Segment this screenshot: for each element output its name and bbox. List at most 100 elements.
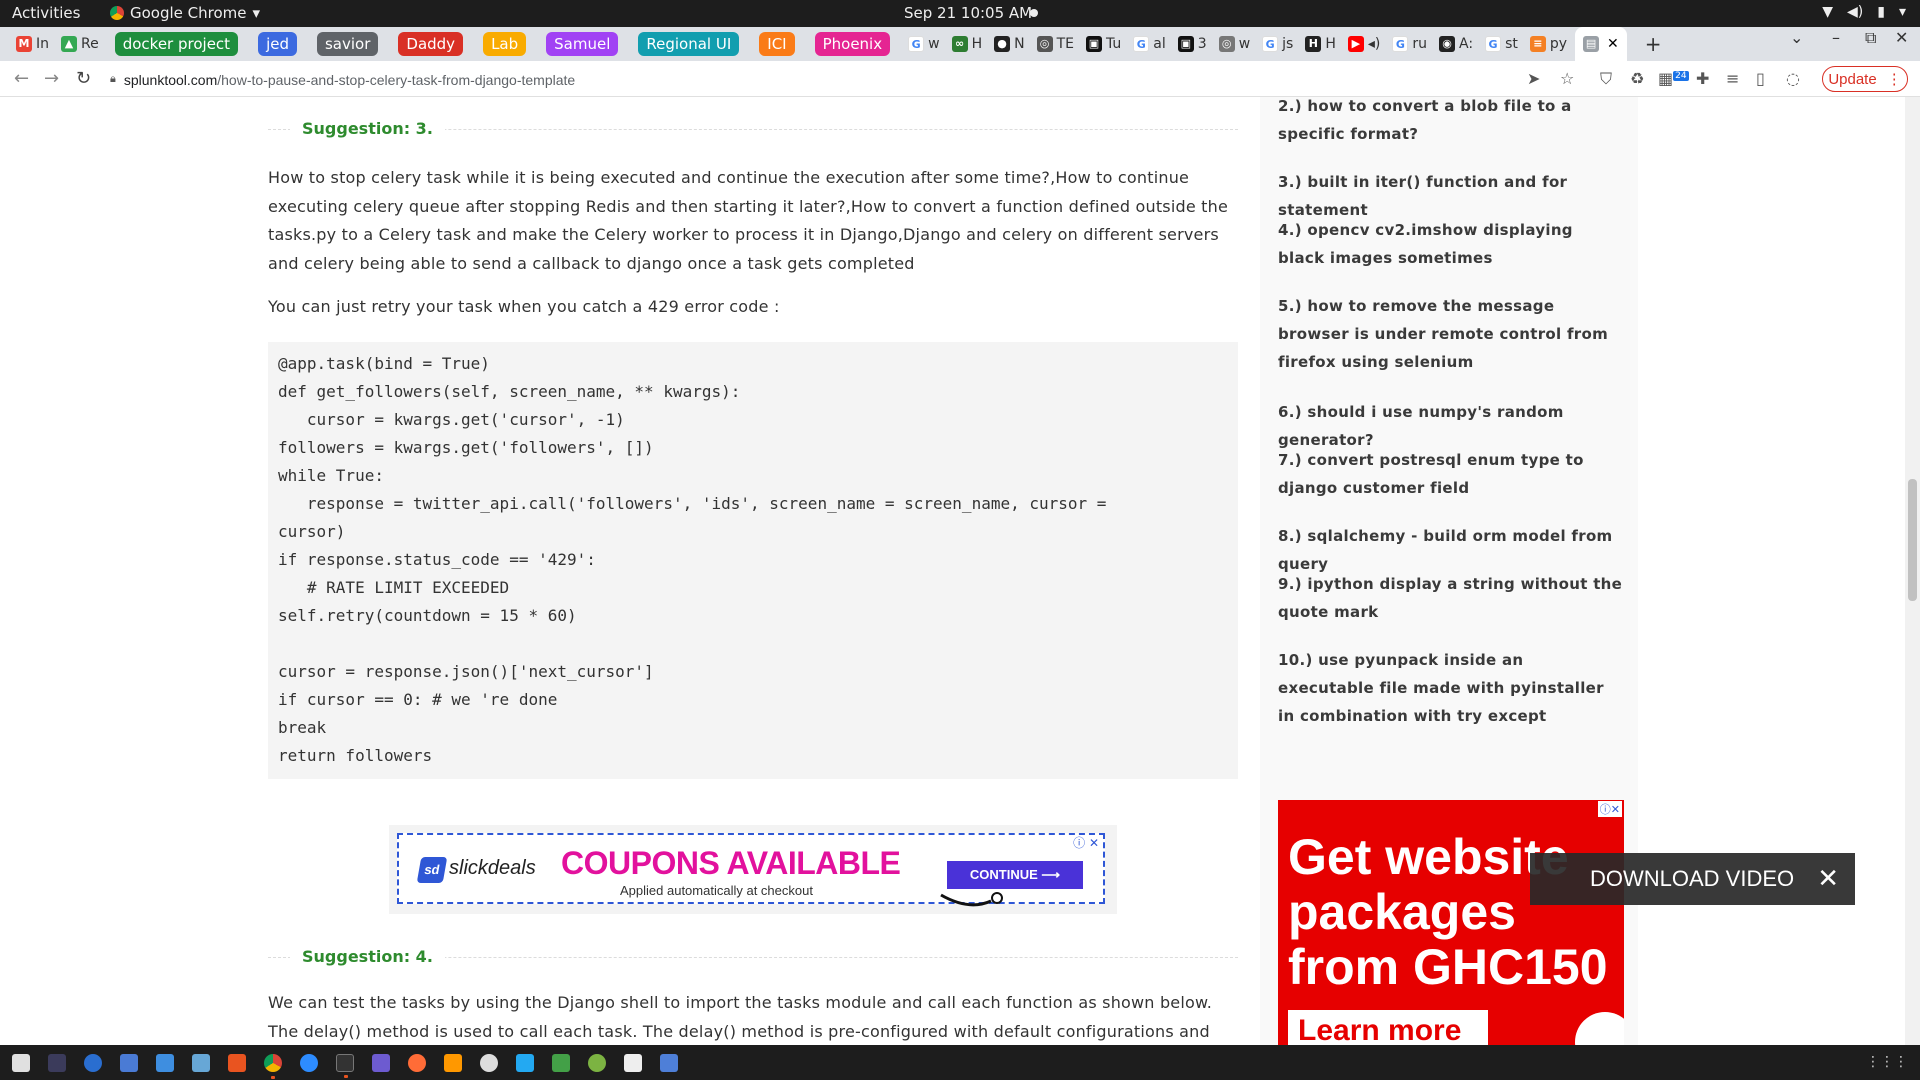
- vscode-icon[interactable]: [516, 1053, 534, 1072]
- link-icon: ∞: [951, 36, 968, 52]
- avatar[interactable]: ◌: [1786, 69, 1800, 88]
- vim-icon[interactable]: [624, 1053, 642, 1072]
- scrollbar-thumb[interactable]: [1908, 479, 1917, 601]
- forward-icon[interactable]: →: [44, 68, 59, 89]
- notification-dot: [1030, 9, 1038, 17]
- postman-icon[interactable]: [408, 1053, 426, 1072]
- address-bar[interactable]: 🔒︎ splunktool.com /how-to-pause-and-stop…: [110, 65, 1560, 94]
- related-question-link[interactable]: 7.) convert postresql enum type to djang…: [1278, 446, 1623, 502]
- tab-group-phoenix[interactable]: Phoenix: [814, 32, 891, 56]
- vodafone-ad[interactable]: Get website packages from GHC150 Learn m…: [1278, 800, 1624, 1045]
- tab-active[interactable]: ▤ ✕: [1575, 27, 1627, 61]
- show-apps-icon[interactable]: ⋮⋮⋮: [1866, 1054, 1908, 1070]
- ad-choices-icon[interactable]: ⓘ✕: [1597, 801, 1622, 817]
- extension-badge-icon[interactable]: ▦ 24: [1658, 69, 1689, 88]
- update-button[interactable]: Update ⋮: [1822, 66, 1908, 92]
- tab-group-regional-ui[interactable]: Regional UI: [638, 32, 740, 56]
- tab-small-1[interactable]: Gw: [904, 31, 943, 57]
- tab-small-6[interactable]: Gal: [1129, 31, 1169, 57]
- tab-small-10[interactable]: HH: [1301, 31, 1340, 57]
- tab-small-8[interactable]: ◎ w: [1215, 31, 1254, 57]
- bookmark-star-icon[interactable]: ☆: [1560, 69, 1574, 88]
- related-question-link[interactable]: 9.) ipython display a string without the…: [1278, 570, 1623, 626]
- page-scrollbar[interactable]: [1905, 97, 1920, 1045]
- ad-frame[interactable]: sd slickdeals COUPONS AVAILABLE Applied a…: [397, 833, 1105, 907]
- spreadsheet-icon[interactable]: [552, 1053, 570, 1072]
- system-tray[interactable]: ▼ ◀) ▮ ▾: [1822, 4, 1906, 20]
- tab-small-13[interactable]: ◉ A:: [1435, 31, 1477, 57]
- tab-small-14[interactable]: Gst: [1481, 31, 1522, 57]
- clock[interactable]: Sep 21 10:05 AM: [904, 4, 1032, 22]
- related-question-link[interactable]: 2.) how to convert a blob file to a spec…: [1278, 97, 1623, 148]
- close-icon[interactable]: ✕: [1817, 863, 1839, 894]
- tab-group-docker-project[interactable]: docker project: [114, 32, 239, 56]
- side-panel-icon[interactable]: ▯: [1756, 69, 1765, 88]
- learn-more-button[interactable]: Learn more: [1288, 1010, 1488, 1045]
- help-icon[interactable]: [84, 1053, 102, 1072]
- tab-group-savior[interactable]: savior: [316, 32, 379, 56]
- sublime-icon[interactable]: [444, 1053, 462, 1072]
- puzzle-icon[interactable]: ✚: [1696, 69, 1709, 88]
- extension-shield-icon[interactable]: ⛉: [1600, 69, 1612, 89]
- tab-group-daddy[interactable]: Daddy: [398, 32, 464, 56]
- chat-icon[interactable]: [120, 1053, 138, 1072]
- related-question-link[interactable]: 5.) how to remove the message browser is…: [1278, 292, 1623, 377]
- send-icon[interactable]: ➤: [1527, 69, 1540, 88]
- suggestion-3-label: Suggestion: 3.: [290, 119, 445, 138]
- files-icon[interactable]: [12, 1053, 30, 1072]
- ad-choices-icon[interactable]: ⓘ ✕: [1073, 834, 1099, 851]
- app-menu[interactable]: Google Chrome ▾: [110, 4, 260, 22]
- obs-icon[interactable]: [480, 1053, 498, 1072]
- download-video-overlay[interactable]: DOWNLOAD VIDEO ✕: [1530, 853, 1855, 905]
- tab-search-icon[interactable]: ⌄: [1790, 28, 1803, 47]
- caret-down-icon: ▾: [252, 4, 261, 22]
- taskbar: ⋮⋮⋮: [0, 1045, 1920, 1080]
- restore-icon[interactable]: ⧉: [1865, 28, 1876, 48]
- scissors-graphic: [940, 892, 1003, 907]
- reading-list-icon[interactable]: ≡: [1726, 69, 1739, 88]
- tab-small-4[interactable]: ◎ TE: [1033, 31, 1078, 57]
- network-icon[interactable]: [192, 1053, 210, 1072]
- chrome-icon[interactable]: [264, 1053, 282, 1079]
- reload-icon[interactable]: ↻: [76, 68, 91, 89]
- tab-group-lab[interactable]: Lab: [483, 32, 527, 56]
- continue-button[interactable]: CONTINUE ⟶: [947, 861, 1083, 889]
- tab-group-samuel[interactable]: Samuel: [546, 32, 619, 56]
- app-icon[interactable]: [372, 1053, 390, 1072]
- recycle-icon[interactable]: ♻: [1630, 69, 1644, 88]
- settings-icon[interactable]: [660, 1053, 678, 1072]
- new-tab-button[interactable]: +: [1641, 31, 1666, 57]
- tab-small-12[interactable]: Gru: [1388, 31, 1431, 57]
- minimize-icon[interactable]: –: [1832, 28, 1840, 47]
- dev-icon: ▣: [1085, 36, 1102, 52]
- tab-group-jed[interactable]: jed: [258, 32, 297, 56]
- back-icon[interactable]: ←: [14, 68, 29, 89]
- editor-icon[interactable]: [48, 1053, 66, 1072]
- tab-group-ici[interactable]: ICI: [759, 32, 795, 56]
- tab-small-5[interactable]: ▣ Tu: [1082, 31, 1125, 57]
- terminal-icon[interactable]: [336, 1053, 354, 1078]
- tab-small-15[interactable]: ≡ py: [1526, 31, 1571, 57]
- tab-gmail[interactable]: M In: [12, 31, 53, 57]
- related-question-link[interactable]: 4.) opencv cv2.imshow displaying black i…: [1278, 216, 1623, 272]
- slickdeals-ad[interactable]: sd slickdeals COUPONS AVAILABLE Applied a…: [389, 825, 1117, 914]
- tab-youtube[interactable]: ▶ ◂): [1344, 31, 1385, 57]
- tab-small-2[interactable]: ∞ H: [948, 31, 987, 57]
- zoom-icon[interactable]: [300, 1053, 318, 1072]
- tab-small-9[interactable]: Gjs: [1258, 31, 1297, 57]
- qt-icon[interactable]: [588, 1053, 606, 1072]
- suggestion-4-header: Suggestion: 4.: [268, 947, 1238, 967]
- close-window-icon[interactable]: ✕: [1895, 28, 1908, 47]
- close-icon[interactable]: ✕: [1607, 36, 1619, 52]
- tab-drive[interactable]: ▲ Re: [57, 31, 103, 57]
- software-icon[interactable]: [228, 1053, 246, 1072]
- google-icon: G: [1262, 36, 1279, 52]
- tab-label: js: [1282, 36, 1294, 52]
- stackoverflow-icon: ≡: [1529, 36, 1546, 52]
- document-icon[interactable]: [156, 1053, 174, 1072]
- related-question-link[interactable]: 10.) use pyunpack inside an executable f…: [1278, 646, 1623, 731]
- activities-button[interactable]: Activities: [12, 4, 80, 22]
- tab-small-3[interactable]: ● N: [990, 31, 1028, 57]
- hackerrank-icon: H: [1305, 36, 1322, 52]
- tab-small-7[interactable]: ▣ 3: [1174, 31, 1211, 57]
